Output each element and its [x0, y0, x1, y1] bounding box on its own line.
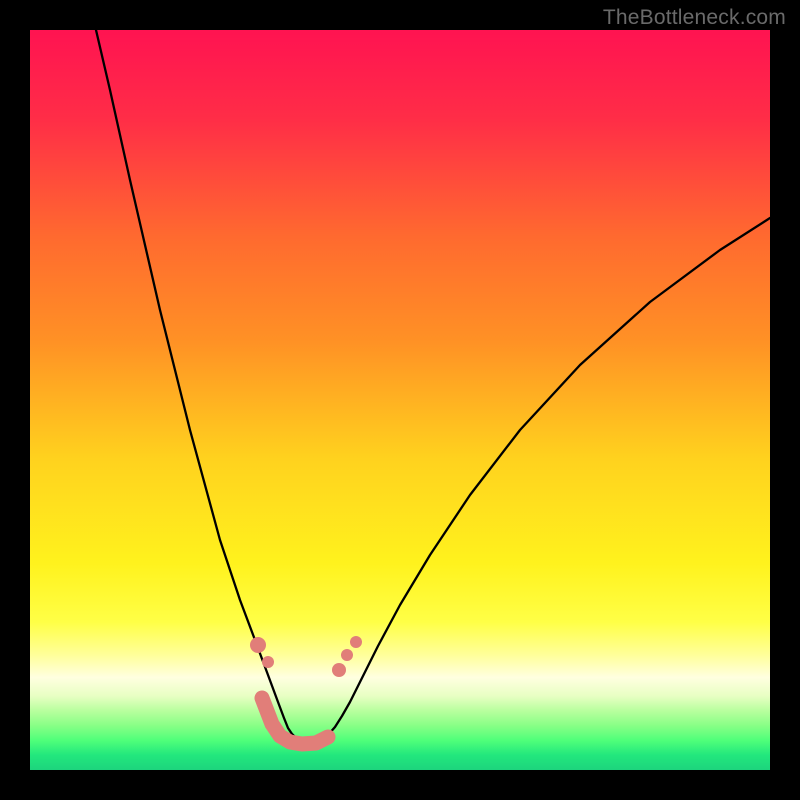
- chart-svg: [30, 30, 770, 770]
- watermark-text: TheBottleneck.com: [603, 6, 786, 30]
- marker-dot: [350, 636, 362, 648]
- marker-dot: [341, 649, 353, 661]
- chart-frame: TheBottleneck.com: [0, 0, 800, 800]
- marker-dot: [250, 637, 266, 653]
- marker-dot: [262, 656, 274, 668]
- marker-dot: [332, 663, 346, 677]
- gradient-background: [30, 30, 770, 770]
- plot-area: [30, 30, 770, 770]
